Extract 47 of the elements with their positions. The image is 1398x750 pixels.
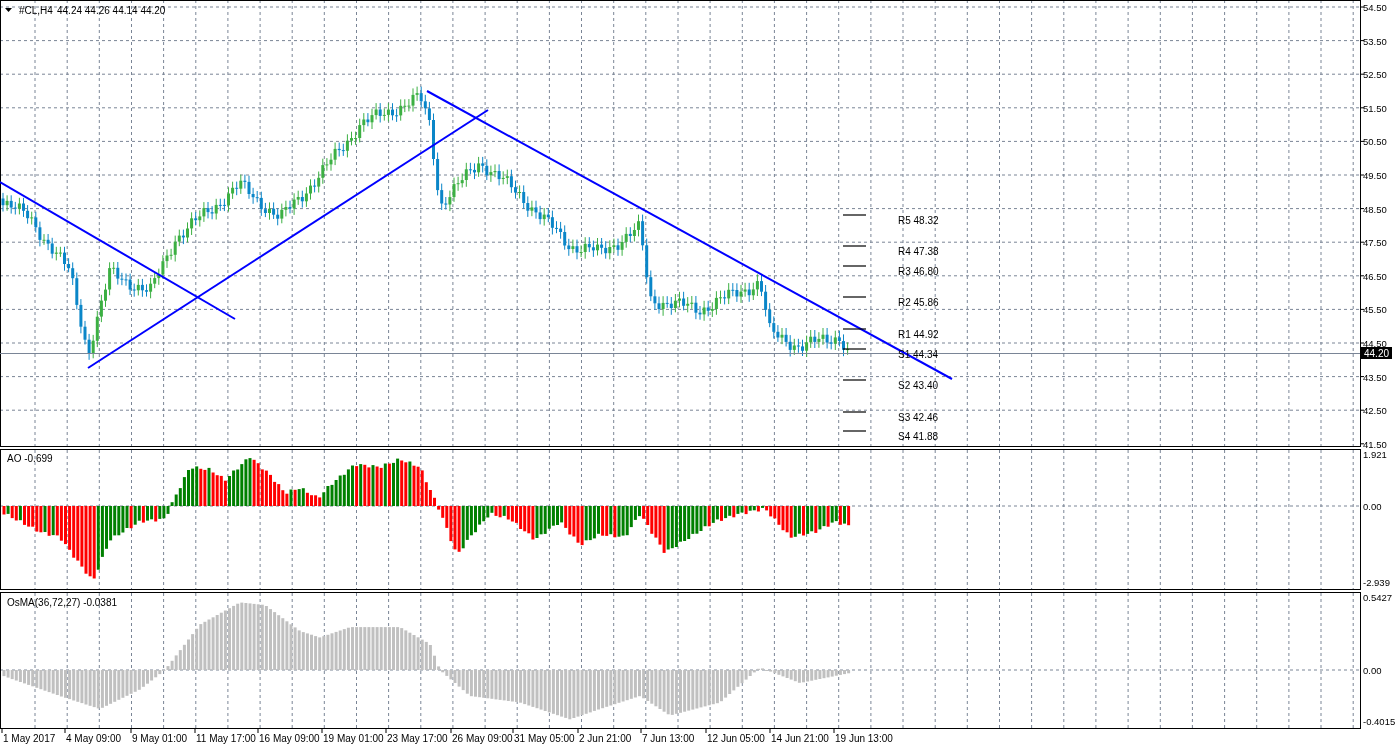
indicator-axis-label: 0.00: [1363, 665, 1382, 676]
price-axis-label: 47.50: [1363, 237, 1387, 249]
indicator-label: OsMA(36,72,27) -0.0381: [7, 597, 118, 608]
price-axis-label: 50.50: [1363, 136, 1387, 148]
pivot-label: S2 43.40: [898, 380, 939, 391]
pivot-label: R1 44.92: [898, 329, 939, 340]
time-axis-label: 19 May 01:00: [323, 733, 384, 744]
indicator-axis-label: -2.939: [1363, 577, 1390, 588]
indicator-axis-label: 0.00: [1363, 501, 1382, 512]
price-axis-label: 53.50: [1363, 35, 1387, 47]
indicator-axis-label: 0.5427: [1363, 592, 1393, 603]
chart-symbol: #CL,H4: [19, 5, 53, 16]
chart-ohlc: 44.24 44.26 44.14 44.20: [57, 5, 166, 16]
time-axis-label: 11 May 17:00: [196, 733, 256, 744]
time-axis-label: 2 Jun 21:00: [579, 733, 632, 744]
price-axis-label: 43.50: [1363, 371, 1387, 383]
time-axis-label: 12 Jun 05:00: [707, 733, 765, 744]
indicator-axis-label: -0.4015: [1363, 716, 1396, 727]
time-axis-label: 14 Jun 21:00: [771, 733, 829, 744]
time-axis-label: 19 Jun 13:00: [835, 733, 893, 744]
time-axis-label: 1 May 2017: [3, 733, 56, 744]
price-axis-label: 46.50: [1363, 270, 1387, 282]
price-axis-label: 49.50: [1363, 170, 1387, 181]
pivot-label: R3 46.80: [898, 266, 939, 277]
pivot-label: R5 48.32: [898, 215, 939, 226]
time-axis-label: 23 May 17:00: [387, 733, 448, 744]
current-price-tag: 44.20: [1361, 347, 1392, 359]
time-axis-label: 4 May 09:00: [66, 733, 122, 744]
time-axis-label: 26 May 09:00: [452, 733, 513, 744]
pivot-label: S4 41.88: [898, 431, 939, 442]
pivot-label: R4 47.38: [898, 246, 939, 257]
price-axis-label: 44.50: [1363, 338, 1387, 349]
indicator-axis-label: 1.921: [1363, 449, 1387, 460]
pivot-label: R2 45.86: [898, 297, 939, 308]
price-axis-label: 51.50: [1363, 102, 1387, 114]
time-axis-label: 9 May 01:00: [132, 733, 188, 744]
pivot-label: S3 42.46: [898, 412, 939, 423]
time-axis-label: 16 May 09:00: [259, 733, 320, 744]
time-axis-label: 7 Jun 13:00: [642, 733, 695, 744]
price-axis-label: 45.50: [1363, 304, 1387, 316]
time-axis-label: 31 May 05:00: [514, 733, 575, 744]
indicator-label: AO -0.699: [7, 453, 53, 464]
price-axis-label: 42.50: [1363, 405, 1387, 417]
price-axis-label: 54.50: [1363, 2, 1387, 13]
price-axis-label: 48.50: [1363, 203, 1387, 215]
price-axis-label: 52.50: [1363, 69, 1387, 81]
price-axis-label: 41.50: [1363, 438, 1387, 450]
